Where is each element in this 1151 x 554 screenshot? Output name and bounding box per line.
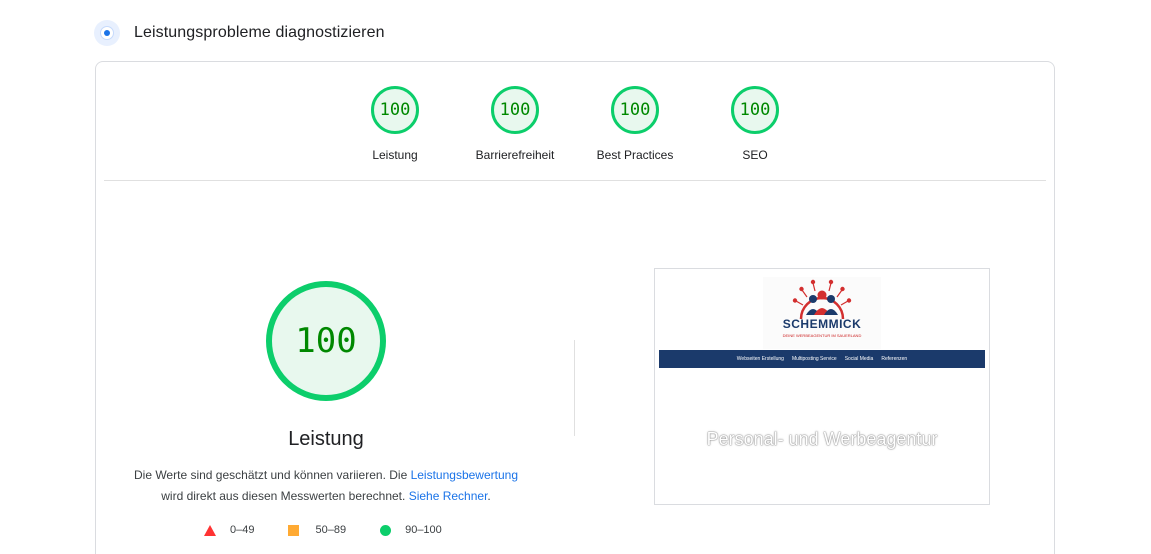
nav-item: Webseiten Erstellung	[736, 356, 784, 362]
gauge-label: Barrierefreiheit	[475, 148, 555, 162]
score-gauge: 100	[371, 86, 419, 134]
site-navbar: Webseiten Erstellung Multiposting Servic…	[659, 350, 985, 368]
legend-label: 50–89	[315, 524, 347, 536]
gauge-best-practices[interactable]: 100 Best Practices	[575, 86, 695, 162]
square-icon	[288, 524, 300, 536]
nav-item: Multiposting Service	[791, 356, 837, 362]
logo-text: SCHEMMICK	[782, 317, 862, 331]
divider	[104, 180, 1046, 181]
vertical-divider	[574, 340, 575, 436]
section-header: Leistungsprobleme diagnostizieren	[94, 20, 385, 46]
legend-pass: 90–100	[380, 524, 442, 536]
score-value: 100	[379, 100, 411, 120]
legend-label: 90–100	[405, 524, 442, 536]
category-gauges: 100 Leistung 100 Barrierefreiheit 100 Be…	[96, 86, 1054, 186]
score-value: 100	[739, 100, 771, 120]
gauge-seo[interactable]: 100 SEO	[695, 86, 815, 162]
score-gauge: 100	[611, 86, 659, 134]
performance-score: 100	[295, 321, 357, 361]
score-value: 100	[499, 100, 531, 120]
section-title: Leistungsprobleme diagnostizieren	[134, 24, 385, 41]
gauge-performance[interactable]: 100 Leistung	[335, 86, 455, 162]
desc-text: wird direkt aus diesen Messwerten berech…	[161, 489, 409, 503]
performance-description: Die Werte sind geschätzt und können vari…	[116, 465, 536, 507]
performance-title: Leistung	[288, 428, 364, 450]
calculator-link[interactable]: Siehe Rechner	[409, 489, 488, 503]
score-gauge: 100	[491, 86, 539, 134]
logo-graphic-icon	[792, 279, 852, 320]
gauge-label: Best Practices	[596, 148, 674, 162]
hero-text: Personal- und Werbeagentur	[706, 429, 938, 449]
gauge-accessibility[interactable]: 100 Barrierefreiheit	[455, 86, 575, 162]
desc-text: Die Werte sind geschätzt und können vari…	[133, 468, 411, 482]
gauge-label: SEO	[742, 148, 768, 162]
site-logo: SCHEMMICK DEINE WERBEAGENTUR IM SAUERLAN…	[763, 277, 881, 349]
nav-item: Referenzen	[881, 356, 908, 362]
legend-label: 0–49	[230, 524, 255, 536]
lighthouse-icon	[94, 20, 120, 46]
gauge-label: Leistung	[372, 148, 418, 162]
report-card: 100 Leistung 100 Barrierefreiheit 100 Be…	[95, 61, 1055, 554]
performance-gauge: 100	[266, 281, 386, 401]
logo-tagline: DEINE WERBEAGENTUR IM SAUERLAND	[782, 333, 862, 338]
circle-icon	[380, 524, 392, 536]
page-screenshot: SCHEMMICK DEINE WERBEAGENTUR IM SAUERLAN…	[654, 268, 990, 505]
score-gauge: 100	[731, 86, 779, 134]
nav-item: Social Media	[844, 356, 874, 362]
score-legend: 0–49 50–89 90–100	[204, 524, 476, 536]
legend-fail: 0–49	[204, 524, 254, 536]
triangle-icon	[204, 524, 216, 536]
desc-text: .	[487, 489, 491, 503]
score-link[interactable]: Leistungsbewertung	[411, 468, 518, 482]
score-value: 100	[619, 100, 651, 120]
legend-average: 50–89	[288, 524, 346, 536]
